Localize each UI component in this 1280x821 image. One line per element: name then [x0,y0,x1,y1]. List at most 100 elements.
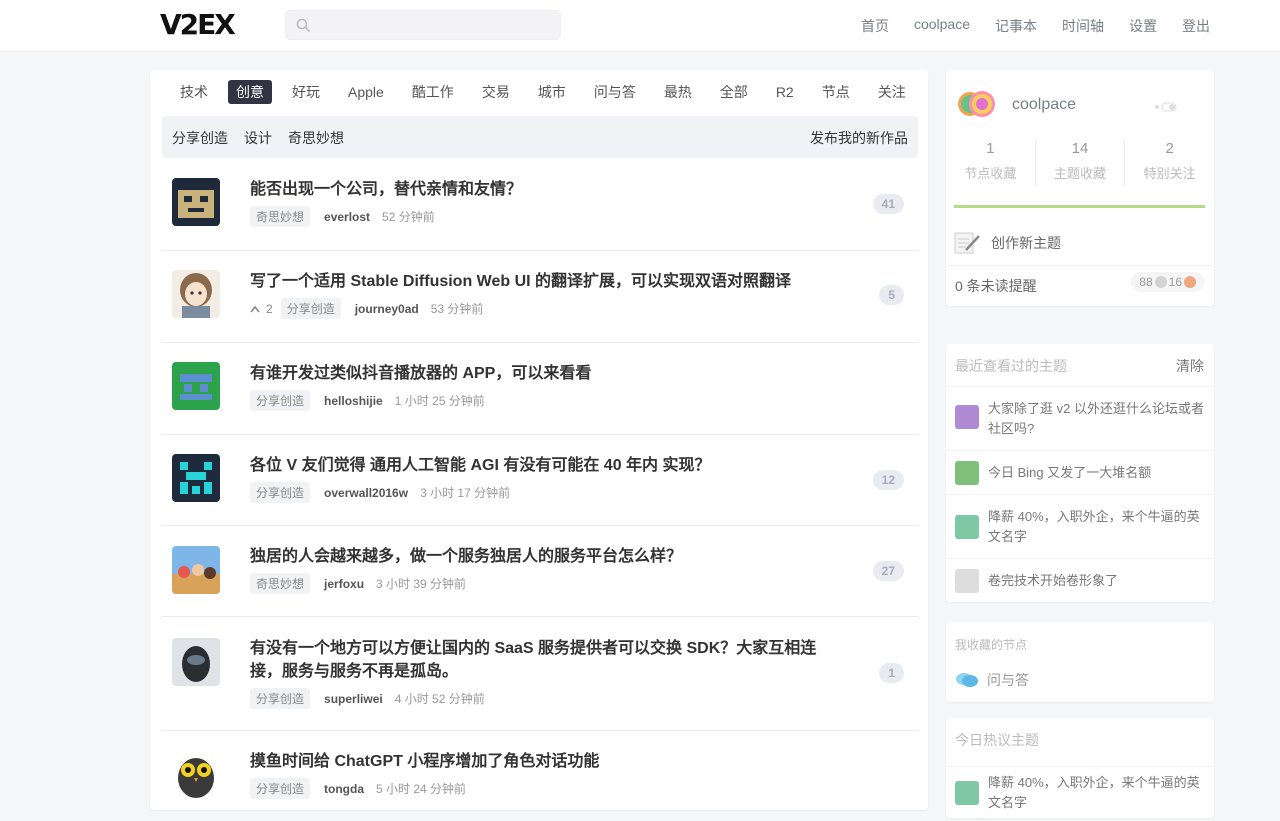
topic-title[interactable]: 能否出现一个公司，替代亲情和友情？ [250,178,830,201]
node-tag[interactable]: 分享创造 [250,482,311,503]
bronze-coin-icon [1184,276,1196,288]
topic-row: 摸鱼时间给 ChatGPT 小程序增加了角色对话功能 分享创造 tongda 5… [162,731,918,821]
topic-title[interactable]: 有没有一个地方可以方便让国内的 SaaS 服务提供者可以交换 SDK？大家互相连… [250,637,830,683]
author-link[interactable]: overwall2016w [324,486,408,500]
author-link[interactable]: everlost [324,210,370,224]
subnode-ideas[interactable]: 奇思妙想 [288,128,344,148]
author-link[interactable]: tongda [324,782,364,796]
subnode-create[interactable]: 分享创造 [172,128,228,148]
nav-timeline[interactable]: 时间轴 [1062,16,1104,36]
stat-following[interactable]: 2 特别关注 [1125,140,1214,186]
user-avatar[interactable] [172,454,220,502]
topic-row: 有谁开发过类似抖音播放器的 APP，可以来看看 分享创造 helloshijie… [162,343,918,435]
author-link[interactable]: journey0ad [355,302,419,316]
topic-row: 有没有一个地方可以方便让国内的 SaaS 服务提供者可以交换 SDK？大家互相连… [162,617,918,731]
tab-nodes[interactable]: 节点 [814,80,858,104]
topic-row: 各位 V 友们觉得 通用人工智能 AGI 有没有可能在 40 年内 实现？ 分享… [162,435,918,526]
avatar [955,569,979,593]
topic-time: 53 分钟前 [430,302,484,316]
user-avatar[interactable] [172,362,220,410]
theme-toggle-icon[interactable] [1154,102,1184,112]
username[interactable]: coolpace [1012,96,1076,114]
create-topic-link[interactable]: 创作新主题 [946,222,1214,266]
user-avatar[interactable] [172,178,220,226]
tab-jobs[interactable]: 酷工作 [404,80,462,104]
category-tabs: 技术 创意 好玩 Apple 酷工作 交易 城市 问与答 最热 全部 R2 节点… [172,80,926,106]
node-tag[interactable]: 奇思妙想 [250,573,311,594]
node-tag[interactable]: 分享创造 [250,688,311,709]
site-logo[interactable]: V2EX [160,8,236,41]
tab-all[interactable]: 全部 [712,80,756,104]
recent-topics-panel: 最近查看过的主题 清除 大家除了逛 v2 以外还逛什么论坛或者社区吗? 今日 B… [946,344,1214,602]
tab-qna[interactable]: 问与答 [586,80,644,104]
publish-new-work-link[interactable]: 发布我的新作品 [810,128,908,148]
recent-item[interactable]: 大家除了逛 v2 以外还逛什么论坛或者社区吗? [946,386,1214,450]
unread-notifications[interactable]: 0 条未读提醒 [955,276,1037,296]
tab-city[interactable]: 城市 [530,80,574,104]
reply-count-badge[interactable]: 12 [872,470,904,490]
stat-node-favs[interactable]: 1 节点收藏 [946,140,1036,186]
hot-title: 今日热议主题 [955,732,1039,748]
user-avatar[interactable] [172,638,220,686]
author-link[interactable]: helloshijie [324,394,383,408]
topic-list: 能否出现一个公司，替代亲情和友情？ 奇思妙想 everlost 52 分钟前 4… [162,160,918,821]
search-icon [296,18,310,32]
avatar [955,515,979,539]
fav-nodes-title: 我收藏的节点 [955,638,1028,652]
topic-title[interactable]: 有谁开发过类似抖音播放器的 APP，可以来看看 [250,362,830,385]
fav-node-qna[interactable]: 问与答 [955,670,1029,690]
reply-count-badge[interactable]: 27 [872,561,904,581]
author-link[interactable]: superliwei [324,692,383,706]
nav-profile[interactable]: coolpace [914,16,970,36]
sub-node-bar: 分享创造 设计 奇思妙想 发布我的新作品 [162,116,918,158]
nav-settings[interactable]: 设置 [1129,16,1157,36]
user-avatar[interactable] [172,546,220,594]
tab-apple[interactable]: Apple [340,80,392,104]
topic-title[interactable]: 写了一个适用 Stable Diffusion Web UI 的翻译扩展，可以实… [250,270,830,293]
recent-item[interactable]: 今日 Bing 又发了一大堆名额 [946,450,1214,494]
reply-count-badge[interactable]: 41 [872,194,904,214]
node-tag[interactable]: 分享创造 [280,298,341,319]
node-tag[interactable]: 分享创造 [250,390,311,411]
progress-bar [954,205,1205,208]
nav-notes[interactable]: 记事本 [995,16,1037,36]
balance-badge[interactable]: 88 16 [1131,272,1204,292]
top-nav: 首页 coolpace 记事本 时间轴 设置 登出 [861,16,1210,36]
tab-deals[interactable]: 交易 [474,80,518,104]
nav-logout[interactable]: 登出 [1182,16,1210,36]
hot-item[interactable]: 降薪 40%，入职外企，来个牛逼的英文名字 [946,766,1214,810]
tab-r2[interactable]: R2 [768,80,802,104]
tab-tech[interactable]: 技术 [172,80,216,104]
chat-bubble-icon [956,673,978,687]
topic-time: 3 小时 17 分钟前 [420,486,511,500]
node-tag[interactable]: 奇思妙想 [250,206,311,227]
clear-recent-button[interactable]: 清除 [1176,356,1204,376]
tab-fun[interactable]: 好玩 [284,80,328,104]
topic-title[interactable]: 各位 V 友们觉得 通用人工智能 AGI 有没有可能在 40 年内 实现？ [250,454,830,477]
reply-count-badge[interactable]: 5 [879,285,904,305]
subnode-design[interactable]: 设计 [244,128,272,148]
user-panel: coolpace 1 节点收藏 14 主题收藏 2 特别关注 创作新主题 0 条… [946,70,1214,306]
author-link[interactable]: jerfoxu [324,577,364,591]
stat-topic-favs[interactable]: 14 主题收藏 [1036,140,1126,186]
vote-count[interactable]: 2 [250,302,273,316]
user-avatar[interactable] [956,88,1000,120]
recent-item[interactable]: 降薪 40%，入职外企，来个牛逼的英文名字 [946,494,1214,558]
tab-hot[interactable]: 最热 [656,80,700,104]
search-input[interactable] [316,11,556,39]
user-avatar[interactable] [172,750,220,798]
silver-coin-icon [1154,276,1167,288]
tab-creative[interactable]: 创意 [228,80,272,104]
tab-following[interactable]: 关注 [870,80,914,104]
topic-title[interactable]: 摸鱼时间给 ChatGPT 小程序增加了角色对话功能 [250,750,830,773]
nav-home[interactable]: 首页 [861,16,889,36]
favorite-nodes-panel: 我收藏的节点 问与答 [946,622,1214,702]
reply-count-badge[interactable]: 1 [879,663,904,683]
top-bar: V2EX 首页 coolpace 记事本 时间轴 设置 登出 [0,0,1280,52]
recent-item[interactable]: 卷完技术开始卷形象了 [946,558,1214,602]
topic-time: 3 小时 39 分钟前 [376,577,467,591]
node-tag[interactable]: 分享创造 [250,778,311,799]
search-box[interactable] [285,10,561,40]
user-avatar[interactable] [172,270,220,318]
topic-title[interactable]: 独居的人会越来越多，做一个服务独居人的服务平台怎么样？ [250,545,830,568]
